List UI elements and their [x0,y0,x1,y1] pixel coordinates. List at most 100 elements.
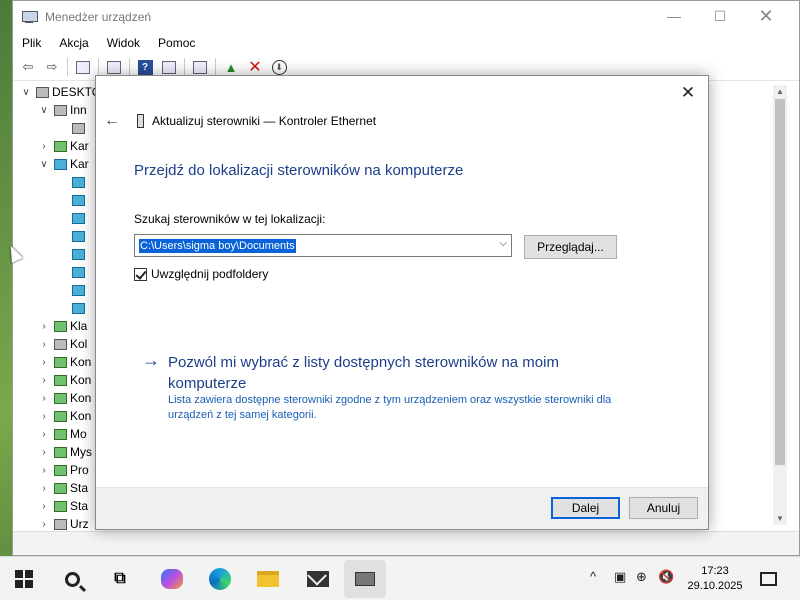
arrow-right-icon[interactable]: → [142,350,160,371]
view-icon[interactable] [160,58,178,76]
controller-icon [54,410,67,422]
tree-item[interactable]: › Sta [39,479,88,497]
device-tray-icon[interactable]: ▣ [614,569,626,585]
chevron-right-icon[interactable]: › [39,501,49,512]
tree-item[interactable]: ∨ Kar [39,155,88,173]
notifications-button[interactable] [752,563,784,595]
chevron-right-icon[interactable]: › [39,429,49,440]
include-subfolders-label[interactable]: Uwzględnij podfoldery [151,267,268,281]
scroll-thumb[interactable] [775,99,785,465]
tree-item[interactable]: ∨ DESKTO [21,83,101,101]
file-explorer-button[interactable] [252,563,284,595]
tree-item[interactable] [57,119,88,137]
chevron-right-icon[interactable]: › [39,447,49,458]
back-arrow-icon[interactable]: ⇦ [19,58,37,76]
scan-hardware-icon[interactable] [191,58,209,76]
tree-item[interactable]: › Pro [39,461,88,479]
chevron-right-icon[interactable]: › [39,357,49,368]
tree-item[interactable]: › Mys [39,443,92,461]
tree-item[interactable] [57,245,88,263]
include-subfolders-row[interactable]: Uwzględnij podfoldery [134,267,268,281]
close-window-button[interactable]: ✕ [743,1,789,31]
chevron-right-icon[interactable]: › [39,393,49,404]
network-adapter-icon [72,284,85,296]
chevron-right-icon[interactable]: › [39,483,49,494]
pick-from-list-link[interactable]: Pozwól mi wybrać z listy dostępnych ster… [168,352,608,394]
tree-item[interactable] [57,209,88,227]
include-subfolders-checkbox[interactable] [134,267,147,281]
chevron-down-icon[interactable]: ∨ [39,159,49,170]
menu-widok[interactable]: Widok [98,36,149,50]
chevron-right-icon[interactable]: › [39,141,49,152]
chevron-down-icon[interactable]: ∨ [21,87,31,98]
tree-item[interactable] [57,227,88,245]
volume-muted-icon[interactable]: 🔇 [658,569,674,585]
update-driver-icon[interactable]: ▲ [222,58,240,76]
dialog-back-button[interactable]: ← [103,112,121,130]
mail-icon [307,571,329,587]
tree-item[interactable] [57,281,88,299]
network-globe-icon[interactable]: ⊕ [636,569,647,585]
search-button[interactable] [56,563,88,595]
tree-item[interactable]: ∨ Inn [39,101,86,119]
browse-button[interactable]: Przeglądaj... [524,235,617,259]
tree-item[interactable] [57,299,88,317]
clock-time: 17:23 [701,565,729,577]
network-icon [54,158,67,170]
device-manager-taskbar-button[interactable] [344,560,386,598]
chevron-right-icon[interactable]: › [39,519,49,530]
tree-item[interactable]: › Kon [39,407,91,425]
properties-icon[interactable] [105,58,123,76]
update-driver-dialog: ✕ ← Aktualizuj sterowniki — Kontroler Et… [95,75,709,530]
chevron-right-icon[interactable]: › [39,375,49,386]
menu-plik[interactable]: Plik [13,36,50,50]
help-icon[interactable]: ? [136,58,154,76]
download-icon[interactable]: ⬇ [270,58,288,76]
maximize-button[interactable]: ☐ [697,1,743,31]
minimize-button[interactable]: — [651,1,697,31]
tray-overflow-button[interactable]: ^ [590,569,596,584]
dialog-close-button[interactable]: ✕ [678,83,698,103]
path-input-value[interactable]: C:\Users\sigma boy\Documents [139,238,296,253]
chevron-right-icon[interactable]: › [39,411,49,422]
controller-icon [54,392,67,404]
tree-scrollbar[interactable]: ▲ ▼ [773,85,787,525]
chevron-right-icon[interactable]: › [39,339,49,350]
tree-item[interactable] [57,191,88,209]
chevron-right-icon[interactable]: › [39,321,49,332]
mail-button[interactable] [302,563,334,595]
tree-item[interactable]: › Kla [39,317,87,335]
start-button[interactable] [8,563,40,595]
tree-item-label: Mys [70,445,92,459]
uninstall-device-icon[interactable]: ✕ [246,58,264,76]
cancel-button[interactable]: Anuluj [629,497,698,519]
scroll-down-icon[interactable]: ▼ [773,514,787,523]
copilot-button[interactable] [156,563,188,595]
storage-icon [54,482,67,494]
scroll-up-icon[interactable]: ▲ [773,87,787,96]
chevron-down-icon[interactable]: ∨ [39,105,49,116]
tree-item[interactable] [57,173,88,191]
path-combobox[interactable]: C:\Users\sigma boy\Documents ⌵ [134,234,512,257]
show-hide-tree-icon[interactable] [74,58,92,76]
tree-item[interactable]: › Kon [39,389,91,407]
menu-akcja[interactable]: Akcja [50,36,97,50]
tree-item[interactable]: › Kon [39,371,91,389]
clock[interactable]: 17:23 29.10.2025 [686,564,744,594]
task-view-button[interactable]: ⧉ [104,563,136,595]
edge-button[interactable] [204,563,236,595]
folder-icon [257,571,279,587]
tree-item[interactable]: › Mo [39,425,86,443]
tree-item[interactable]: › Kar [39,137,88,155]
forward-arrow-icon[interactable]: ⇨ [43,58,61,76]
chevron-right-icon[interactable]: › [39,465,49,476]
tree-item[interactable]: › Kon [39,353,91,371]
tree-item-label: Kon [70,355,92,369]
monitor-icon [54,428,67,440]
menu-pomoc[interactable]: Pomoc [149,36,204,50]
tree-item[interactable]: › Sta [39,497,88,515]
tree-item[interactable]: › Kol [39,335,87,353]
next-button[interactable]: Dalej [551,497,620,519]
tree-item[interactable] [57,263,88,281]
chevron-down-icon[interactable]: ⌵ [499,238,507,249]
